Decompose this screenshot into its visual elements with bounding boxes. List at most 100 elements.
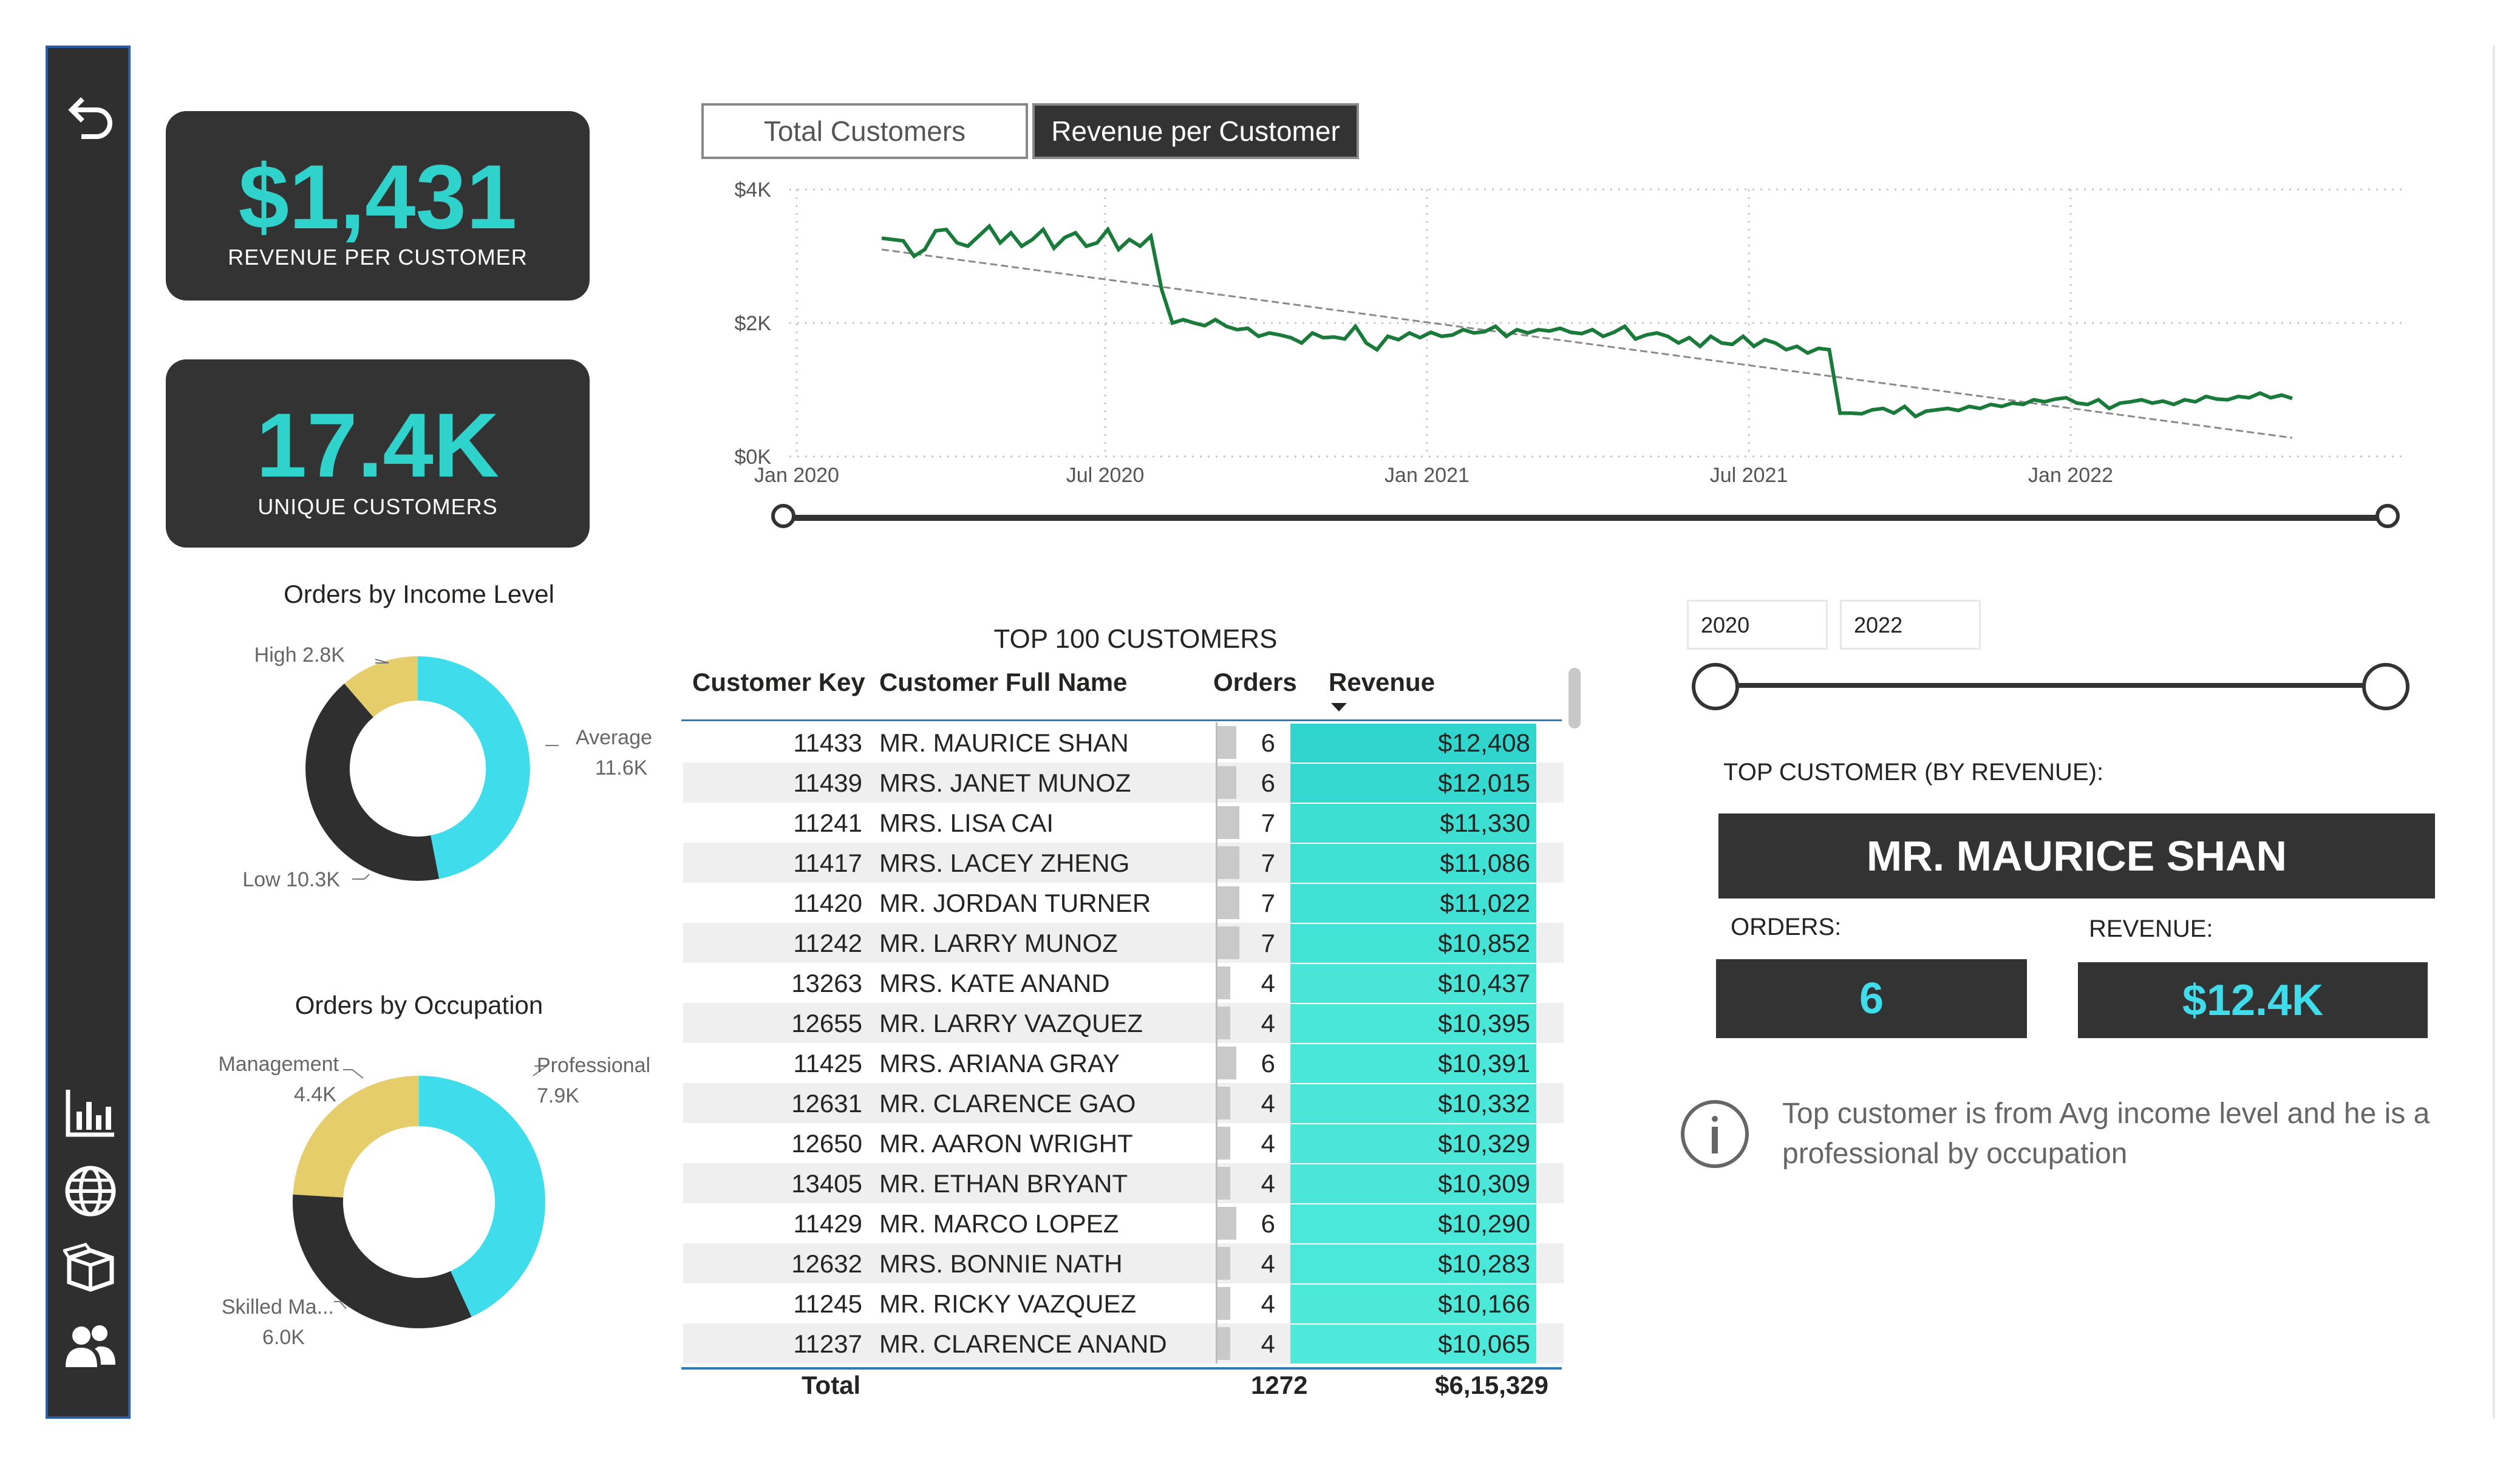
table-row[interactable]: 12650 MR. AARON WRIGHT 4 $10,329 (683, 1123, 1564, 1163)
toggle-revenue-per-customer[interactable]: Revenue per Customer (1032, 103, 1359, 159)
cell-customer-key: 11433 (793, 728, 862, 757)
slice-label: Average (576, 726, 652, 749)
y-tick-label: $2K (735, 312, 772, 335)
year-end-input[interactable]: 2022 (1840, 600, 1981, 650)
top-customer-heading: TOP CUSTOMER (BY REVENUE): (1723, 759, 2104, 786)
cell-revenue: $11,022 (1440, 889, 1530, 917)
slice-label: Low 10.3K (242, 868, 340, 891)
sort-desc-icon[interactable] (1331, 703, 1347, 712)
cell-revenue: $10,283 (1438, 1249, 1530, 1278)
cell-customer-key: 11420 (793, 889, 862, 917)
top-customer-note: Top customer is from Avg income level an… (1782, 1098, 2430, 1170)
cell-customer-key: 12650 (791, 1129, 862, 1158)
col-header-customer-name[interactable]: Customer Full Name (879, 668, 1127, 697)
year-start-input[interactable]: 2020 (1687, 600, 1828, 650)
slice-label: High 2.8K (254, 644, 346, 667)
year-slider-end-handle[interactable] (2362, 663, 2409, 710)
header-divider (681, 719, 1562, 721)
box-icon[interactable] (61, 1238, 120, 1296)
table-row[interactable]: 11429 MR. MARCO LOPEZ 6 $10,290 (683, 1203, 1564, 1243)
table-row[interactable]: 11433 MR. MAURICE SHAN 6 $12,408 (683, 722, 1564, 762)
cell-revenue: $12,408 (1438, 728, 1530, 757)
cell-customer-key: 12632 (791, 1249, 862, 1278)
revenue-label: REVENUE: (2089, 915, 2213, 942)
cell-revenue: $11,086 (1440, 849, 1530, 877)
col-header-revenue[interactable]: Revenue (1329, 668, 1435, 697)
cell-revenue: $12,015 (1438, 769, 1530, 797)
kpi-value: 17.4K (256, 394, 500, 496)
year-slider-start-handle[interactable] (1692, 663, 1739, 710)
cell-customer-name: MR. JORDAN TURNER (879, 889, 1151, 917)
donut-slice[interactable] (418, 656, 530, 879)
kpi-value: $1,431 (238, 146, 517, 248)
info-icon (1680, 1099, 1750, 1169)
cell-customer-name: MRS. LISA CAI (879, 809, 1054, 837)
cell-customer-name: MR. CLARENCE ANAND (879, 1330, 1167, 1358)
date-range-track[interactable] (785, 515, 2388, 521)
slice-label: Management (219, 1053, 339, 1076)
cell-customer-key: 13405 (791, 1169, 862, 1198)
total-divider (681, 1367, 1562, 1370)
table-row[interactable]: 11439 MRS. JANET MUNOZ 6 $12,015 (683, 762, 1564, 803)
kpi-unique-customers: 17.4K UNIQUE CUSTOMERS (166, 359, 590, 548)
cell-revenue: $10,065 (1438, 1330, 1530, 1358)
table-row[interactable]: 12631 MR. CLARENCE GAO 4 $10,332 (683, 1083, 1564, 1123)
cell-revenue: $10,166 (1438, 1289, 1530, 1318)
date-range-end-handle[interactable] (2375, 504, 2400, 528)
year-slider-track[interactable] (1712, 683, 2380, 688)
table-row[interactable]: 12655 MR. LARRY VAZQUEZ 4 $10,395 (683, 1003, 1564, 1043)
cell-revenue: $10,290 (1438, 1209, 1530, 1238)
col-header-customer-key[interactable]: Customer Key (692, 668, 865, 697)
cell-customer-name: MR. MARCO LOPEZ (879, 1209, 1119, 1238)
cell-orders: 4 (1261, 1129, 1275, 1158)
back-arrow-icon[interactable] (61, 87, 120, 146)
table-scrollbar[interactable] (1568, 668, 1581, 728)
table-row[interactable]: 11237 MR. CLARENCE ANAND 4 $10,065 (683, 1323, 1564, 1364)
table-row[interactable]: 13405 MR. ETHAN BRYANT 4 $10,309 (683, 1163, 1564, 1203)
cell-customer-name: MR. LARRY MUNOZ (879, 929, 1118, 957)
cell-orders: 4 (1261, 1169, 1275, 1198)
table-row[interactable]: 11420 MR. JORDAN TURNER 7 $11,022 (683, 883, 1564, 923)
slice-value-label: 11.6K (595, 756, 648, 779)
table-row[interactable]: 11425 MRS. ARIANA GRAY 6 $10,391 (683, 1043, 1564, 1083)
date-range-start-handle[interactable] (771, 504, 795, 528)
cell-customer-name: MRS. BONNIE NATH (879, 1249, 1123, 1278)
table-row[interactable]: 11242 MR. LARRY MUNOZ 7 $10,852 (683, 923, 1564, 963)
revenue-per-customer-line-chart: $4K$2K$0K Jan 2020 Jul 2020 Jan 2021 Jul 20… (735, 178, 2405, 487)
leader-line (343, 1069, 364, 1079)
bar-chart-icon[interactable] (61, 1083, 120, 1141)
orders-by-income-donut: Average 11.6K Low 10.3K High 2.8K (242, 644, 652, 891)
cell-customer-key: 11241 (793, 809, 862, 837)
cell-customer-key: 11417 (793, 849, 862, 877)
table-row[interactable]: 13263 MRS. KATE ANAND 4 $10,437 (683, 963, 1564, 1003)
trend-line (881, 248, 2293, 439)
users-icon[interactable] (61, 1317, 120, 1375)
total-revenue: $6,15,329 (1435, 1371, 1548, 1399)
table-title: TOP 100 CUSTOMERS (993, 624, 1278, 654)
cell-revenue: $10,437 (1438, 969, 1530, 997)
cell-customer-key: 11245 (793, 1289, 862, 1318)
table-row[interactable]: 11241 MRS. LISA CAI 7 $11,330 (683, 803, 1564, 843)
cell-customer-name: MR. CLARENCE GAO (879, 1089, 1136, 1118)
table-row[interactable]: 11245 MR. RICKY VAZQUEZ 4 $10,166 (683, 1283, 1564, 1323)
income-donut-title: Orders by Income Level (284, 580, 554, 608)
slice-label: Skilled Ma... (222, 1296, 334, 1319)
cell-revenue: $10,391 (1438, 1049, 1530, 1078)
cell-customer-key: 11242 (793, 929, 862, 957)
kpi-label: REVENUE PER CUSTOMER (228, 245, 528, 270)
slice-value-label: 4.4K (294, 1083, 336, 1106)
globe-icon[interactable] (61, 1162, 120, 1220)
series-line (881, 223, 2293, 419)
cell-customer-key: 11425 (793, 1049, 862, 1078)
table-row[interactable]: 11417 MRS. LACEY ZHENG 7 $11,086 (683, 843, 1564, 883)
cell-orders: 6 (1261, 728, 1275, 757)
total-orders: 1272 (1251, 1371, 1308, 1399)
cell-customer-key: 11429 (793, 1209, 862, 1238)
cell-customer-key: 12631 (791, 1089, 862, 1118)
x-tick-label: Jan 2020 (754, 464, 839, 487)
table-row[interactable]: 12632 MRS. BONNIE NATH 4 $10,283 (683, 1243, 1564, 1283)
toggle-total-customers[interactable]: Total Customers (701, 103, 1028, 159)
cell-customer-name: MR. AARON WRIGHT (879, 1129, 1133, 1158)
cell-revenue: $10,332 (1438, 1089, 1530, 1118)
col-header-orders[interactable]: Orders (1213, 668, 1297, 697)
